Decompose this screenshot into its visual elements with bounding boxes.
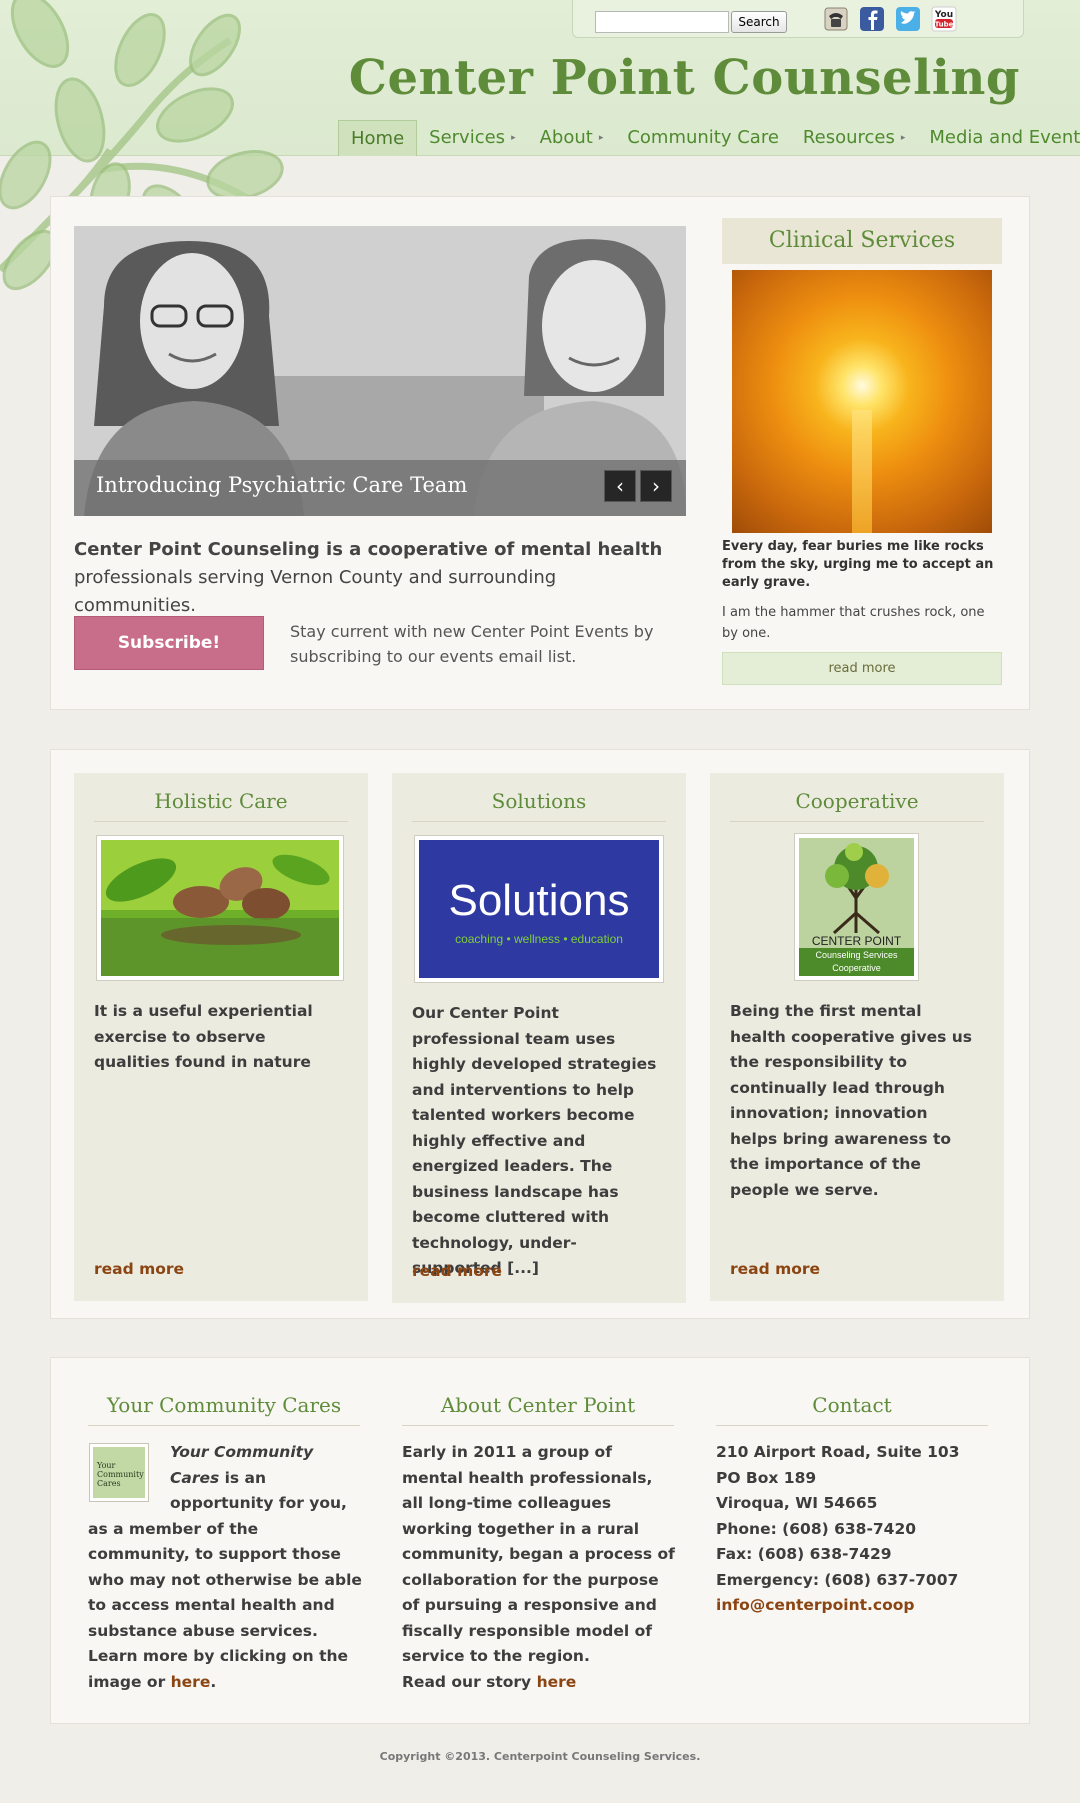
contact-address: 210 Airport Road, Suite 103: [716, 1443, 960, 1461]
feature-cooperative: Cooperative CENTER POINT Counseling Serv…: [710, 773, 1004, 1301]
community-cares-here-link[interactable]: here: [171, 1673, 211, 1691]
site-title[interactable]: Center Point Counseling: [349, 50, 1020, 106]
subscribe-button[interactable]: Subscribe!: [74, 616, 264, 670]
nav-item-services[interactable]: Services ▸: [417, 120, 527, 156]
nav-item-resources[interactable]: Resources ▸: [791, 120, 917, 156]
clinical-read-more-button[interactable]: read more: [722, 652, 1002, 685]
nav-label: Community Care: [627, 127, 779, 148]
about-story-prefix: Read our story: [402, 1672, 537, 1691]
clinical-text: I am the hammer that crushes rock, one b…: [722, 605, 985, 641]
intro-text: Center Point Counseling is a cooperative…: [74, 536, 674, 620]
community-cares-title: Your Community Cares: [88, 1393, 360, 1426]
search-input[interactable]: [595, 11, 729, 33]
solutions-logo[interactable]: Solutions coaching • wellness • educatio…: [414, 835, 664, 983]
nav-label: Media and Events: [929, 127, 1080, 148]
community-cares-end: .: [210, 1672, 217, 1691]
solutions-logo-bg: Solutions coaching • wellness • educatio…: [419, 840, 659, 978]
feature-title: Holistic Care: [94, 789, 348, 822]
nav-label: Home: [351, 127, 405, 149]
nav-item-media-events[interactable]: Media and Events: [917, 120, 1080, 156]
feature-text: Our Center Point professional team uses …: [412, 1004, 657, 1277]
feature-text: Being the first mental health cooperativ…: [730, 1002, 972, 1199]
contact-emergency: Emergency: (608) 637-7007: [716, 1570, 959, 1589]
phone-icon[interactable]: [823, 6, 849, 32]
coop-logo-line1: CENTER POINT: [811, 934, 902, 948]
contact-city: Viroqua, WI 54665: [716, 1494, 878, 1512]
intro-bold: Center Point Counseling is a cooperative…: [74, 539, 663, 560]
cooperative-logo[interactable]: CENTER POINT Counseling Services Coopera…: [794, 833, 919, 981]
tree-icon: [825, 843, 889, 935]
coop-logo-line2: Counseling Services: [815, 950, 898, 960]
youtube-icon[interactable]: You Tube: [931, 6, 957, 32]
sun-reflection: [852, 410, 872, 533]
utility-bar: Search You Tube: [572, 0, 1024, 38]
nav-item-community-care[interactable]: Community Care: [615, 120, 791, 156]
caret-right-icon: ▸: [598, 133, 604, 143]
caret-right-icon: ▸: [511, 133, 516, 143]
about-text: Early in 2011 a group of mental health p…: [402, 1443, 675, 1665]
solutions-logo-tagline: coaching • wellness • education: [455, 932, 623, 946]
about-text-block: Early in 2011 a group of mental health p…: [402, 1440, 678, 1695]
svg-text:Tube: Tube: [935, 21, 954, 29]
feature-title: Solutions: [412, 789, 666, 822]
slide-caption: Introducing Psychiatric Care Team: [96, 473, 468, 497]
svg-text:You: You: [934, 10, 953, 20]
contact-fax: Fax: (608) 638-7429: [716, 1545, 892, 1563]
feature-title: Cooperative: [730, 789, 984, 822]
holistic-read-more-link[interactable]: read more: [94, 1260, 184, 1278]
clinical-quote: Every day, fear buries me like rocks fro…: [722, 539, 994, 590]
about-center-point-title: About Center Point: [402, 1393, 674, 1426]
facebook-icon[interactable]: [859, 6, 885, 32]
twitter-icon[interactable]: [895, 6, 921, 32]
contact-po-box: PO Box 189: [716, 1468, 817, 1487]
stones-photo: [101, 840, 339, 976]
intro-rest: professionals serving Vernon County and …: [74, 567, 557, 616]
caret-right-icon: ▸: [900, 133, 906, 143]
main-nav: Home Services ▸ About ▸ Community Care Res…: [338, 120, 1080, 156]
sunset-image[interactable]: [732, 270, 992, 533]
nav-label: Resources: [802, 127, 895, 148]
nav-item-home[interactable]: Home: [338, 120, 418, 156]
subscribe-description: Stay current with new Center Point Event…: [290, 622, 654, 666]
feature-holistic-care: Holistic Care It is a useful experientia…: [74, 773, 368, 1301]
search-button[interactable]: Search: [731, 11, 787, 33]
image-slider[interactable]: Introducing Psychiatric Care Team ‹ ›: [74, 226, 686, 516]
community-cares-text: Your Community Cares is an opportunity f…: [88, 1440, 362, 1695]
holistic-care-image[interactable]: [96, 835, 344, 981]
clinical-services-title: Clinical Services: [722, 218, 1002, 264]
contact-phone: Phone: (608) 638-7420: [716, 1519, 917, 1538]
contact-email-link[interactable]: info@centerpoint.coop: [716, 1593, 992, 1619]
coop-logo-line3: Cooperative: [832, 963, 881, 973]
feature-text: It is a useful experiential exercise to …: [94, 1002, 313, 1071]
contact-title: Contact: [716, 1393, 988, 1426]
nav-item-about[interactable]: About ▸: [528, 120, 616, 156]
slider-prev-icon[interactable]: ‹: [604, 470, 636, 502]
coop-logo-band: Counseling Services Cooperative: [799, 948, 914, 976]
slide-caption-bar: Introducing Psychiatric Care Team ‹ ›: [74, 460, 686, 516]
cooperative-read-more-link[interactable]: read more: [730, 1260, 820, 1278]
about-story-here-link[interactable]: here: [537, 1673, 577, 1691]
feature-solutions: Solutions Solutions coaching • wellness …: [392, 773, 686, 1303]
solutions-logo-word: Solutions: [448, 876, 630, 925]
nav-label: Services: [429, 127, 506, 148]
nav-label: About: [539, 127, 593, 148]
copyright: Copyright ©2013. Centerpoint Counseling …: [379, 1750, 701, 1763]
cooperative-logo-bg: CENTER POINT Counseling Services Coopera…: [799, 838, 914, 976]
slider-next-icon[interactable]: ›: [640, 470, 672, 502]
contact-block: 210 Airport Road, Suite 103 PO Box 189 V…: [716, 1440, 992, 1619]
solutions-read-more-link[interactable]: read more: [412, 1262, 502, 1280]
